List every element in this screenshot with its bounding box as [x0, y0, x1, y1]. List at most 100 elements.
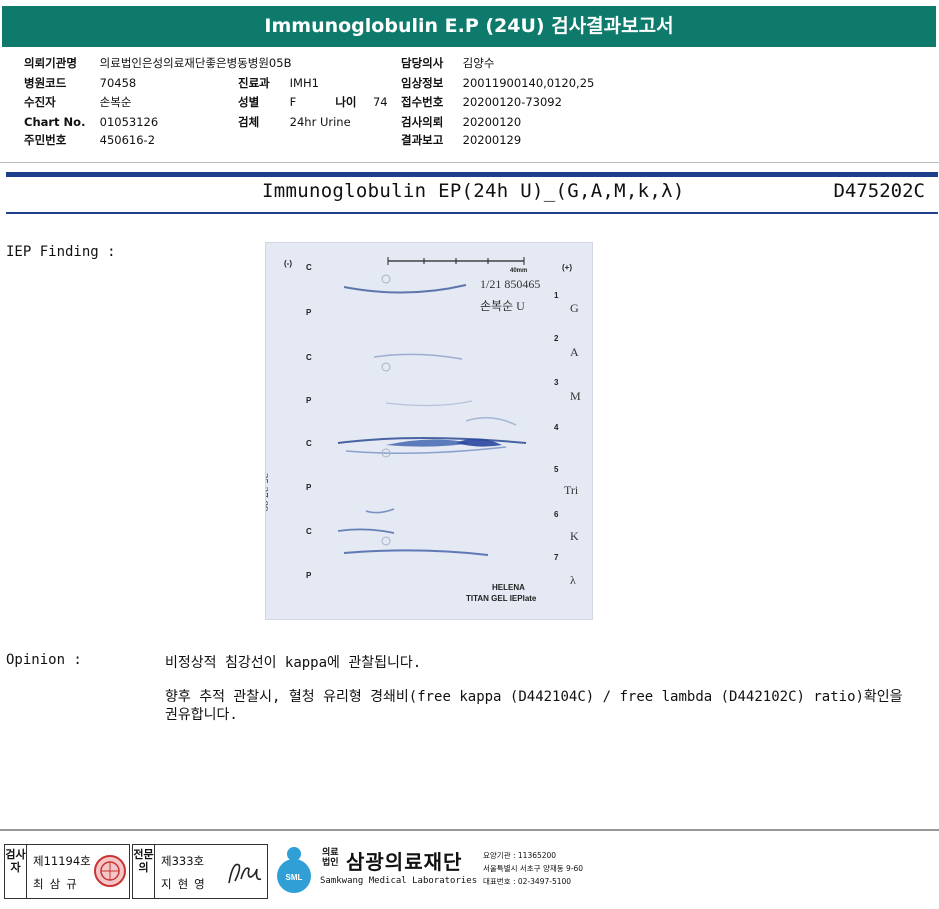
chart-label: Chart No. [24, 115, 86, 129]
institution-label: 의뢰기관명 [24, 56, 77, 70]
report-title: Immunoglobulin E.P (24U) 검사결과보고서 [2, 6, 936, 47]
opinion-line-2: 향후 추적 관찰시, 혈청 유리형 경쇄비(free kappa (D44210… [165, 689, 903, 723]
hospital-code-label: 병원코드 [24, 76, 67, 90]
gel-handwriting-id: 1/21 850465 [480, 277, 541, 291]
gel-label-k: K [570, 529, 579, 543]
receipt-row: 접수번호 20200120-73092 [401, 93, 562, 111]
institution-value: 의료법인은성의료재단좋은병동병원05B [99, 56, 292, 70]
gel-letter-3: C [306, 353, 312, 362]
gel-drawing [337, 257, 527, 556]
gel-label-tri: Tri [564, 483, 579, 497]
gel-letter-2: P [306, 308, 312, 317]
gel-number-7: 7 [554, 553, 559, 562]
gel-letter-4: P [306, 396, 312, 405]
test-name: Immunoglobulin EP(24h U)_(G,A,M,k,λ) [262, 180, 685, 202]
request-label: 검사의뢰 [401, 115, 444, 129]
examiner-license: 제11194호 [33, 854, 91, 868]
logo-text: SML [286, 873, 303, 882]
specimen-label: 검체 [238, 115, 260, 129]
gel-letter-7: C [306, 527, 312, 536]
gel-number-3: 3 [554, 378, 559, 387]
test-code: D475202C [833, 180, 925, 202]
gel-side-id: 35 37 09 [265, 473, 270, 512]
divider [0, 162, 939, 163]
iep-gel-image: (-) (+) 40mm 1/21 850465 손복순 U 35 37 09 … [265, 242, 593, 620]
clinical-row: 임상정보 20011900140,0120,25 [401, 74, 594, 92]
resident-label: 주민번호 [24, 133, 67, 147]
gel-handwriting-name: 손복순 U [480, 299, 525, 313]
clinical-label: 임상정보 [401, 76, 444, 90]
org-phone: 대표번호 : 02-3497-5100 [483, 877, 572, 886]
sex-label: 성별 [238, 95, 260, 109]
sex-row: 성별 F 나이 74 [238, 93, 388, 111]
gel-brand-2: TITAN GEL IEPlate [466, 594, 537, 603]
specialist-license: 제333호 [161, 854, 205, 868]
examiner-signature-box: 검사자 제11194호 최삼규 [4, 844, 130, 899]
gel-number-5: 5 [554, 465, 559, 474]
resident-row: 주민번호 450616-2 [24, 131, 155, 149]
dept-label: 진료과 [238, 76, 270, 90]
examiner-name: 최삼규 [33, 877, 83, 891]
chart-row: Chart No. 01053126 [24, 113, 158, 131]
gel-number-6: 6 [554, 510, 559, 519]
gel-label-a: A [570, 345, 579, 359]
org-contact: 요양기관 : 11365200 서울특별시 서초구 양재동 9-60 대표번호 … [483, 849, 583, 888]
divider-blue-thin [6, 212, 938, 214]
specialist-label: 전문의 [133, 845, 155, 898]
report-row: 결과보고 20200129 [401, 131, 521, 149]
opinion-label: Opinion : [6, 652, 82, 668]
divider-blue [6, 172, 938, 177]
opinion-line-1: 비정상적 침강선이 kappa에 관찰됩니다. [165, 655, 422, 671]
gel-label-g: G [570, 301, 579, 315]
chart-value: 01053126 [99, 115, 159, 129]
org-name: 삼광의료재단 [346, 850, 463, 874]
report-value: 20200129 [462, 133, 522, 147]
specialist-signature-box: 전문의 제333호 지현영 [132, 844, 268, 899]
receipt-label: 접수번호 [401, 95, 444, 109]
institution-row: 의뢰기관명 의료법인은성의료재단좋은병동병원05B [24, 54, 291, 72]
specimen-row: 검체 24hr Urine [238, 113, 351, 131]
age-value: 74 [372, 95, 388, 109]
hospital-code-value: 70458 [99, 76, 137, 90]
gel-letter-8: P [306, 571, 312, 580]
collector-row: 수진자 손복순 [24, 93, 131, 111]
receipt-value: 20200120-73092 [462, 95, 562, 109]
gel-negative-label: (-) [284, 259, 292, 268]
resident-value: 450616-2 [99, 133, 156, 147]
gel-brand-1: HELENA [492, 583, 525, 592]
hospital-code-row: 병원코드 70458 [24, 74, 136, 92]
age-label: 나이 [335, 95, 357, 109]
gel-number-2: 2 [554, 334, 559, 343]
org-prefix: 의료법인 [322, 848, 344, 868]
org-code: 요양기관 : 11365200 [483, 851, 557, 860]
doctor-label: 담당의사 [401, 56, 444, 70]
sml-logo-icon: SML [277, 847, 311, 893]
dept-row: 진료과 IMH1 [238, 74, 319, 92]
org-prefix-text: 의료법인 [322, 848, 339, 868]
gel-letter-1: C [306, 263, 312, 272]
gel-letter-5: C [306, 439, 312, 448]
request-value: 20200120 [462, 115, 522, 129]
gel-letter-6: P [306, 483, 312, 492]
examiner-label: 검사자 [5, 845, 27, 898]
dept-value: IMH1 [289, 76, 319, 90]
specialist-signature-icon [228, 863, 262, 884]
specialist-name: 지현영 [161, 877, 211, 891]
footer-divider [0, 829, 939, 831]
specimen-value: 24hr Urine [289, 115, 351, 129]
org-english-name: Samkwang Medical Laboratories [320, 876, 478, 886]
gel-label-m: M [570, 389, 581, 403]
patient-info: 의뢰기관명 의료법인은성의료재단좋은병동병원05B 병원코드 70458 수진자… [0, 50, 939, 164]
gel-number-1: 1 [554, 291, 559, 300]
collector-label: 수진자 [24, 95, 56, 109]
examiner-seal-icon [94, 855, 126, 887]
doctor-row: 담당의사 김양수 [401, 54, 494, 72]
clinical-value: 20011900140,0120,25 [462, 76, 595, 90]
gel-label-lambda: λ [570, 573, 576, 587]
org-address: 서울특별시 서초구 양재동 9-60 [483, 864, 584, 873]
collector-value: 손복순 [99, 95, 132, 109]
request-row: 검사의뢰 20200120 [401, 113, 521, 131]
doctor-value: 김양수 [462, 56, 495, 70]
gel-scale-label: 40mm [510, 268, 528, 274]
gel-positive-label: (+) [562, 263, 572, 272]
